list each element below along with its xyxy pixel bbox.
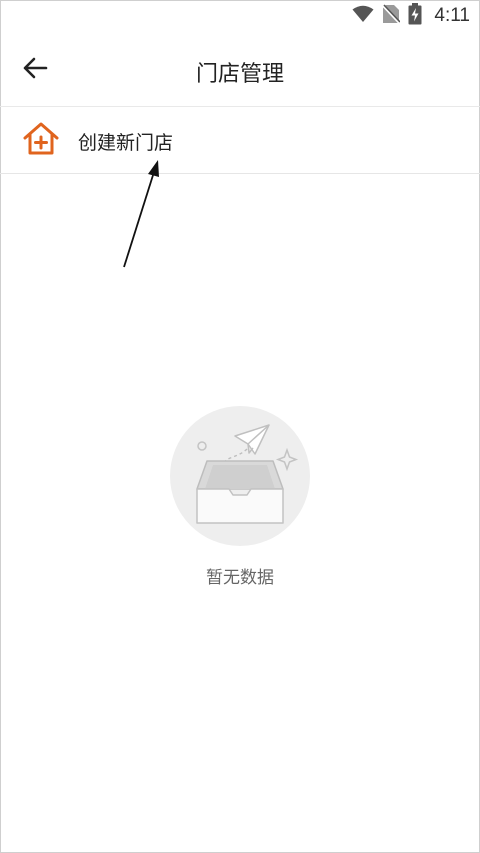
wifi-icon bbox=[352, 5, 374, 27]
page-title: 门店管理 bbox=[195, 62, 284, 87]
no-sim-icon bbox=[382, 4, 402, 28]
status-bar: 4:11 bbox=[0, 0, 480, 32]
battery-charging-icon bbox=[408, 3, 422, 29]
app-bar: 门店管理 bbox=[0, 32, 480, 107]
create-store-button[interactable]: 创建新门店 bbox=[0, 107, 480, 174]
empty-box-paper-plane-icon bbox=[169, 405, 311, 547]
house-plus-icon bbox=[23, 122, 59, 156]
status-time: 4:11 bbox=[434, 5, 470, 26]
status-icons: 4:11 bbox=[352, 3, 470, 29]
annotation-arrow-icon bbox=[123, 160, 159, 268]
empty-state-text: 暂无数据 bbox=[206, 568, 274, 588]
